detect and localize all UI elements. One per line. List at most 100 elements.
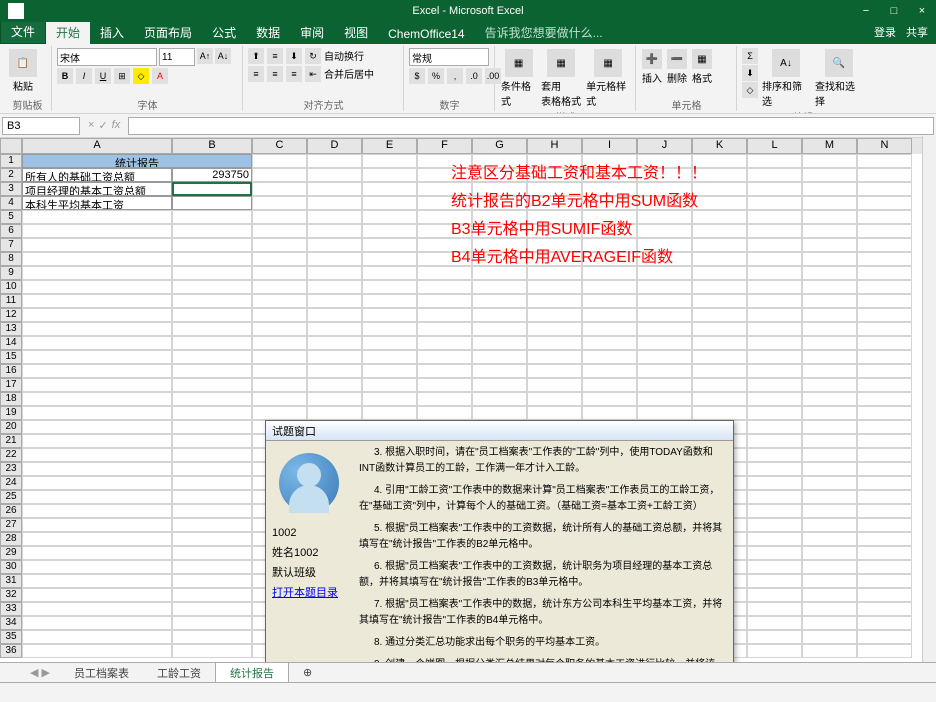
row-header-21[interactable]: 21 (0, 434, 22, 448)
col-E[interactable]: E (362, 138, 417, 154)
cell-M26[interactable] (802, 504, 857, 518)
cell-A36[interactable] (22, 644, 172, 658)
cell-L21[interactable] (747, 434, 802, 448)
cell-L24[interactable] (747, 476, 802, 490)
row-header-5[interactable]: 5 (0, 210, 22, 224)
cell-D2[interactable] (307, 168, 362, 182)
cell-K11[interactable] (692, 294, 747, 308)
cell-B5[interactable] (172, 210, 252, 224)
tab-data[interactable]: 数据 (246, 21, 290, 44)
cell-B4[interactable] (172, 196, 252, 210)
row-header-3[interactable]: 3 (0, 182, 22, 196)
fill-color-button[interactable]: ◇ (133, 68, 149, 84)
currency-button[interactable]: $ (409, 68, 425, 84)
cell-A31[interactable] (22, 574, 172, 588)
cell-L20[interactable] (747, 420, 802, 434)
new-sheet-button[interactable]: ⊕ (289, 664, 326, 681)
cell-M36[interactable] (802, 644, 857, 658)
cell-L17[interactable] (747, 378, 802, 392)
tab-tell[interactable]: 告诉我您想要做什么... (475, 21, 613, 44)
cell-C3[interactable] (252, 182, 307, 196)
cell-N14[interactable] (857, 336, 912, 350)
cell-L10[interactable] (747, 280, 802, 294)
cell-F19[interactable] (417, 406, 472, 420)
cell-D18[interactable] (307, 392, 362, 406)
row-header-22[interactable]: 22 (0, 448, 22, 462)
cell-D10[interactable] (307, 280, 362, 294)
cell-M29[interactable] (802, 546, 857, 560)
italic-button[interactable]: I (76, 68, 92, 84)
cell-M34[interactable] (802, 616, 857, 630)
cell-K15[interactable] (692, 350, 747, 364)
cell-B11[interactable] (172, 294, 252, 308)
row-header-33[interactable]: 33 (0, 602, 22, 616)
cell-A21[interactable] (22, 434, 172, 448)
cell-B27[interactable] (172, 518, 252, 532)
cell-B19[interactable] (172, 406, 252, 420)
cell-A9[interactable] (22, 266, 172, 280)
row-header-25[interactable]: 25 (0, 490, 22, 504)
sheettab-3[interactable]: 统计报告 (215, 662, 289, 683)
cell-A18[interactable] (22, 392, 172, 406)
cell-D5[interactable] (307, 210, 362, 224)
tab-layout[interactable]: 页面布局 (134, 21, 202, 44)
cell-L32[interactable] (747, 588, 802, 602)
cell-L35[interactable] (747, 630, 802, 644)
cell-G15[interactable] (472, 350, 527, 364)
cell-N32[interactable] (857, 588, 912, 602)
cell-D3[interactable] (307, 182, 362, 196)
cell-C18[interactable] (252, 392, 307, 406)
cell-G12[interactable] (472, 308, 527, 322)
cell-K12[interactable] (692, 308, 747, 322)
cell-F18[interactable] (417, 392, 472, 406)
indent[interactable]: ⇤ (305, 66, 321, 82)
tab-chem[interactable]: ChemOffice14 (378, 24, 474, 44)
cell-N6[interactable] (857, 224, 912, 238)
cell-H18[interactable] (527, 392, 582, 406)
cell-M32[interactable] (802, 588, 857, 602)
cell-B15[interactable] (172, 350, 252, 364)
cell-D16[interactable] (307, 364, 362, 378)
cell-D15[interactable] (307, 350, 362, 364)
cell-J15[interactable] (637, 350, 692, 364)
cell-C17[interactable] (252, 378, 307, 392)
cell-L34[interactable] (747, 616, 802, 630)
row-header-14[interactable]: 14 (0, 336, 22, 350)
cell-H19[interactable] (527, 406, 582, 420)
cond-format-button[interactable]: ▦条件格式 (500, 48, 537, 109)
col-G[interactable]: G (472, 138, 527, 154)
cell-H13[interactable] (527, 322, 582, 336)
col-M[interactable]: M (802, 138, 857, 154)
cell-E12[interactable] (362, 308, 417, 322)
cell-M27[interactable] (802, 518, 857, 532)
cell-N33[interactable] (857, 602, 912, 616)
cell-A4[interactable]: 本科生平均基本工资 (22, 196, 172, 210)
cell-C11[interactable] (252, 294, 307, 308)
find-button[interactable]: 🔍查找和选择 (814, 48, 864, 109)
cell-L6[interactable] (747, 224, 802, 238)
cell-M30[interactable] (802, 560, 857, 574)
question-text[interactable]: 3. 根据入职时间，请在"员工档案表"工作表的"工龄"列中，使用TODAY函数和… (351, 441, 733, 681)
cell-F11[interactable] (417, 294, 472, 308)
cell-I13[interactable] (582, 322, 637, 336)
cell-E14[interactable] (362, 336, 417, 350)
font-name[interactable] (57, 48, 157, 66)
row-header-27[interactable]: 27 (0, 518, 22, 532)
cell-B21[interactable] (172, 434, 252, 448)
row-header-28[interactable]: 28 (0, 532, 22, 546)
formula-bar[interactable] (128, 117, 934, 135)
cell-L8[interactable] (747, 252, 802, 266)
cell-B28[interactable] (172, 532, 252, 546)
cell-N35[interactable] (857, 630, 912, 644)
sort-button[interactable]: A↓排序和筛选 (761, 48, 811, 109)
col-F[interactable]: F (417, 138, 472, 154)
cell-L22[interactable] (747, 448, 802, 462)
cell-B12[interactable] (172, 308, 252, 322)
cell-B26[interactable] (172, 504, 252, 518)
cell-L14[interactable] (747, 336, 802, 350)
fx-icon[interactable]: fx (112, 119, 121, 132)
cell-H11[interactable] (527, 294, 582, 308)
cell-N28[interactable] (857, 532, 912, 546)
cell-B13[interactable] (172, 322, 252, 336)
cell-N8[interactable] (857, 252, 912, 266)
